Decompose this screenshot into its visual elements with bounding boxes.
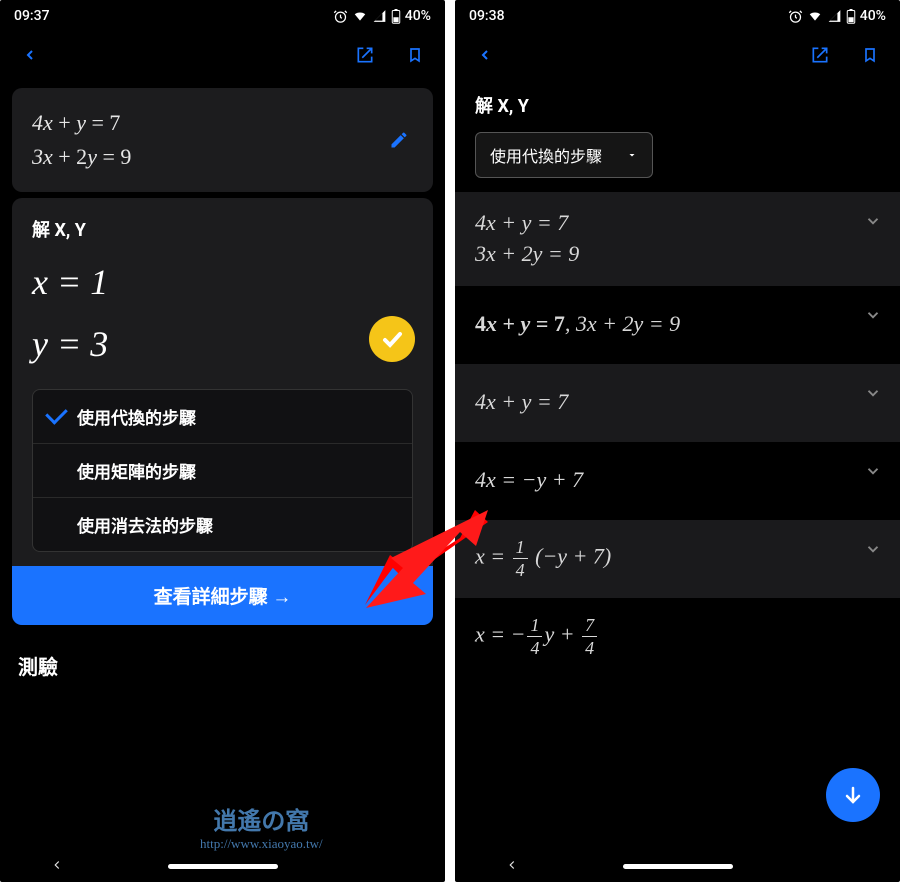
solution-card: 解 X, Y x = 1 y = 3 使用代換的步驟 使用矩陣的步驟 使用消去法… [12, 198, 433, 624]
method-matrix[interactable]: 使用矩陣的步驟 [33, 444, 412, 498]
back-button[interactable] [471, 41, 499, 69]
wifi-icon [352, 9, 368, 23]
step-eq: 4x + y = 7 [475, 208, 579, 239]
share-icon [355, 45, 375, 65]
expand-step[interactable] [864, 540, 882, 562]
expand-step[interactable] [864, 462, 882, 484]
problem-card[interactable]: 4x + y = 7 3x + 2y = 9 [12, 88, 433, 192]
battery-icon [391, 9, 401, 24]
chevron-down-icon [864, 462, 882, 480]
solve-title: 解 X, Y [455, 82, 900, 132]
expand-step[interactable] [864, 212, 882, 234]
step-eq: x = 14 (−y + 7) [475, 538, 611, 579]
alarm-icon [788, 9, 803, 24]
status-bar: 09:37 40% [0, 0, 445, 28]
app-header [455, 28, 900, 82]
step-4[interactable]: 4x = −y + 7 [455, 442, 900, 520]
share-button[interactable] [351, 41, 379, 69]
chevron-down-icon [864, 306, 882, 324]
chevron-down-icon [864, 384, 882, 402]
nav-home[interactable] [168, 864, 278, 869]
phone-right: 09:38 40% [455, 0, 900, 882]
dropdown-label: 使用代換的步驟 [490, 143, 602, 167]
battery-percent: 40% [860, 8, 886, 24]
status-icons: 40% [333, 8, 431, 24]
scroll-down-fab[interactable] [826, 768, 880, 822]
wifi-icon [807, 9, 823, 23]
pencil-icon [389, 130, 409, 150]
check-icon [380, 327, 404, 351]
expand-step[interactable] [864, 306, 882, 328]
chevron-down-icon [864, 540, 882, 558]
cta-label: 查看詳細步驟 → [154, 582, 292, 609]
step-eq: 4x + y = 7, 3x + 2y = 9 [475, 309, 680, 340]
view-steps-button[interactable]: 查看詳細步驟 → [12, 566, 433, 625]
expand-step[interactable] [864, 384, 882, 406]
nav-back-icon [505, 858, 519, 872]
step-eq: 4x + y = 7 [475, 387, 568, 418]
step-eq: 4x = −y + 7 [475, 465, 583, 496]
step-5[interactable]: x = 14 (−y + 7) [455, 520, 900, 598]
verified-badge [369, 316, 415, 362]
nav-back-icon [50, 858, 64, 872]
chevron-left-icon [22, 44, 38, 66]
arrow-down-icon [841, 783, 865, 807]
method-dropdown[interactable]: 使用代換的步驟 [475, 132, 653, 178]
system-nav [0, 850, 445, 882]
bookmark-button[interactable] [401, 41, 429, 69]
quiz-tab[interactable]: 測驗 [0, 631, 445, 700]
bookmark-icon [407, 45, 423, 65]
caret-down-icon [626, 149, 638, 161]
result-y: y = 3 [32, 318, 413, 370]
share-icon [810, 45, 830, 65]
phone-left: 09:37 40% [0, 0, 445, 882]
signal-icon [372, 9, 387, 23]
equation-1: 4x + y = 7 [32, 106, 413, 140]
method-elimination[interactable]: 使用消去法的步驟 [33, 498, 412, 551]
bookmark-button[interactable] [856, 41, 884, 69]
back-button[interactable] [16, 41, 44, 69]
step-eq: 3x + 2y = 9 [475, 239, 579, 270]
step-6[interactable]: x = −14y + 74 [455, 598, 900, 676]
bookmark-icon [862, 45, 878, 65]
alarm-icon [333, 9, 348, 24]
chevron-down-icon [864, 212, 882, 230]
step-1[interactable]: 4x + y = 7 3x + 2y = 9 [455, 192, 900, 286]
method-list: 使用代換的步驟 使用矩陣的步驟 使用消去法的步驟 [32, 389, 413, 552]
signal-icon [827, 9, 842, 23]
step-eq: x = −14y + 74 [475, 616, 599, 657]
equation-2: 3x + 2y = 9 [32, 140, 413, 174]
nav-back[interactable] [505, 857, 519, 876]
battery-icon [846, 9, 856, 24]
chevron-left-icon [477, 44, 493, 66]
status-time: 09:38 [469, 8, 505, 24]
edit-button[interactable] [385, 126, 413, 154]
system-nav [455, 850, 900, 882]
solve-title: 解 X, Y [32, 216, 413, 242]
nav-back[interactable] [50, 857, 64, 876]
status-time: 09:37 [14, 8, 50, 24]
status-icons: 40% [788, 8, 886, 24]
result-x: x = 1 [32, 256, 413, 308]
step-3[interactable]: 4x + y = 7 [455, 364, 900, 442]
share-button[interactable] [806, 41, 834, 69]
battery-percent: 40% [405, 8, 431, 24]
status-bar: 09:38 40% [455, 0, 900, 28]
nav-home[interactable] [623, 864, 733, 869]
app-header [0, 28, 445, 82]
method-substitution[interactable]: 使用代換的步驟 [33, 390, 412, 444]
step-2[interactable]: 4x + y = 7, 3x + 2y = 9 [455, 286, 900, 364]
